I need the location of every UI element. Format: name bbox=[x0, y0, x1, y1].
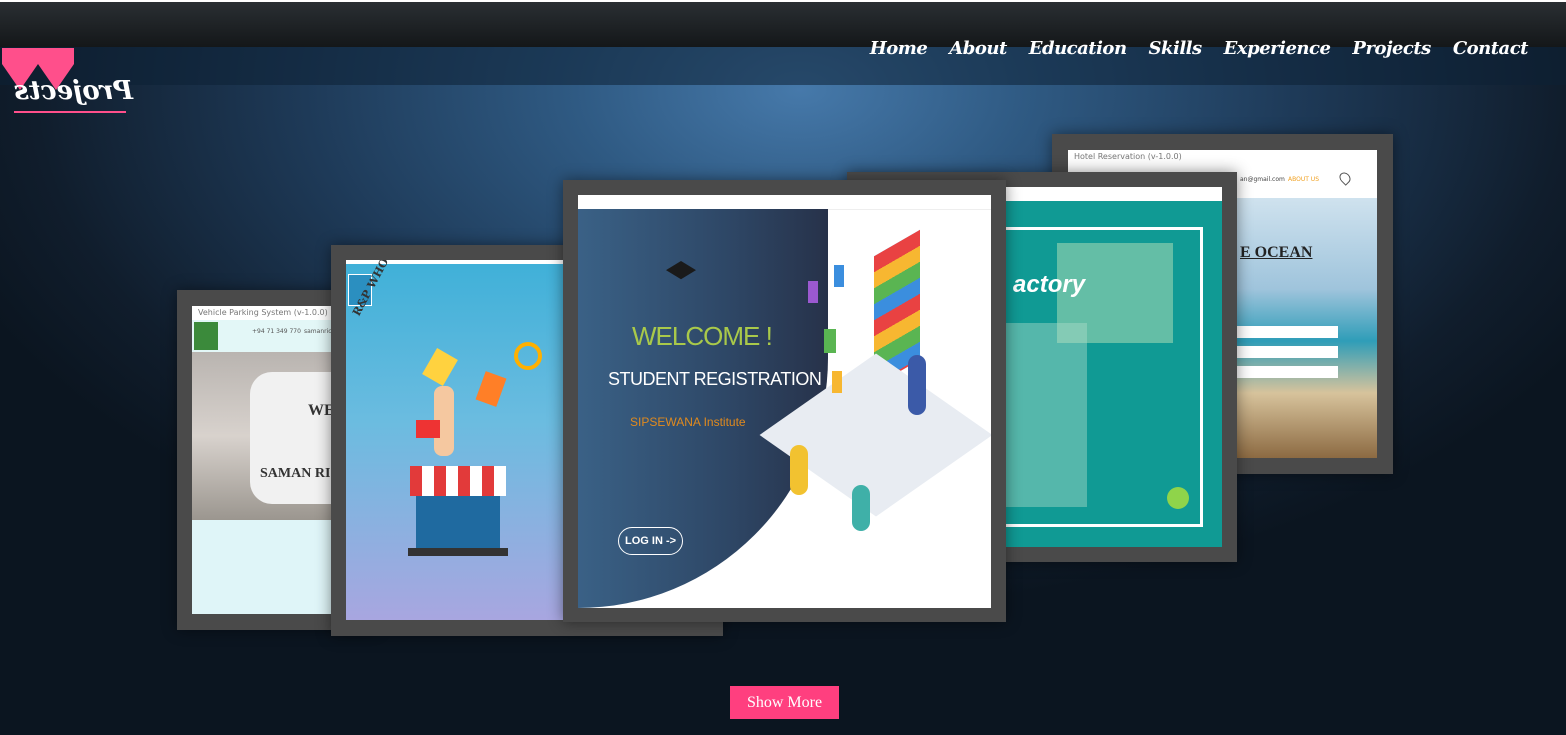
app-icon bbox=[808, 281, 818, 303]
app-icon bbox=[824, 329, 836, 353]
nav-experience[interactable]: Experience bbox=[1224, 38, 1331, 59]
shop-awning-icon bbox=[410, 466, 506, 496]
show-more-button[interactable]: Show More bbox=[730, 686, 839, 719]
title-underline bbox=[14, 111, 126, 113]
app-icon bbox=[832, 371, 842, 393]
institute-name: SIPSEWANA Institute bbox=[630, 415, 746, 429]
app-icon bbox=[834, 265, 844, 287]
input-bar bbox=[1234, 366, 1338, 378]
input-bar bbox=[1234, 346, 1338, 358]
card-icon bbox=[416, 420, 440, 438]
project-screenshot: WELCOME ! STUDENT REGISTRATION SIPSEWANA… bbox=[578, 195, 991, 608]
form-title: STUDENT REGISTRATION bbox=[608, 369, 822, 389]
nav-home[interactable]: Home bbox=[870, 38, 928, 59]
magnifier-icon bbox=[514, 342, 542, 370]
leaf-icon bbox=[1167, 487, 1189, 509]
hero-heading: E OCEAN bbox=[1240, 244, 1313, 261]
window-strip bbox=[578, 195, 991, 210]
shop-icon bbox=[416, 496, 500, 548]
person-icon bbox=[852, 485, 870, 531]
welcome-panel: WELCOME ! STUDENT REGISTRATION SIPSEWANA… bbox=[578, 209, 828, 608]
nav-education[interactable]: Education bbox=[1029, 38, 1127, 59]
main-nav: Home About Education Skills Experience P… bbox=[870, 38, 1529, 59]
logo-icon bbox=[194, 322, 218, 350]
email-text: an@gmail.com bbox=[1240, 176, 1285, 183]
person-icon bbox=[790, 445, 808, 495]
nav-about[interactable]: About bbox=[949, 38, 1007, 59]
location-icon bbox=[1337, 170, 1353, 186]
section-title: Projects bbox=[14, 76, 134, 106]
brand-text: R&P WHOLESALE DISTRIBUTORS bbox=[350, 260, 462, 318]
car-icon bbox=[422, 348, 458, 386]
person-icon bbox=[908, 355, 926, 415]
window-title: Hotel Reservation (v-1.0.0) bbox=[1068, 150, 1377, 164]
login-button[interactable]: LOG IN -> bbox=[618, 527, 684, 555]
about-link: ABOUT US bbox=[1288, 176, 1320, 183]
factory-heading: actory bbox=[1013, 271, 1086, 298]
graduation-cap-icon bbox=[666, 261, 696, 280]
phone-text: +94 71 349 770 bbox=[252, 328, 301, 335]
project-screenshot: R&P WHOLESALE DISTRIBUTORS bbox=[346, 260, 564, 620]
nav-contact[interactable]: Contact bbox=[1453, 38, 1529, 59]
input-bar bbox=[1234, 326, 1338, 338]
phone-icon bbox=[475, 371, 507, 407]
nav-skills[interactable]: Skills bbox=[1149, 38, 1203, 59]
project-card-student-registration[interactable]: WELCOME ! STUDENT REGISTRATION SIPSEWANA… bbox=[563, 180, 1006, 622]
welcome-heading: WELCOME ! bbox=[632, 321, 773, 351]
laptop-icon bbox=[408, 548, 508, 556]
nav-projects[interactable]: Projects bbox=[1352, 38, 1431, 59]
